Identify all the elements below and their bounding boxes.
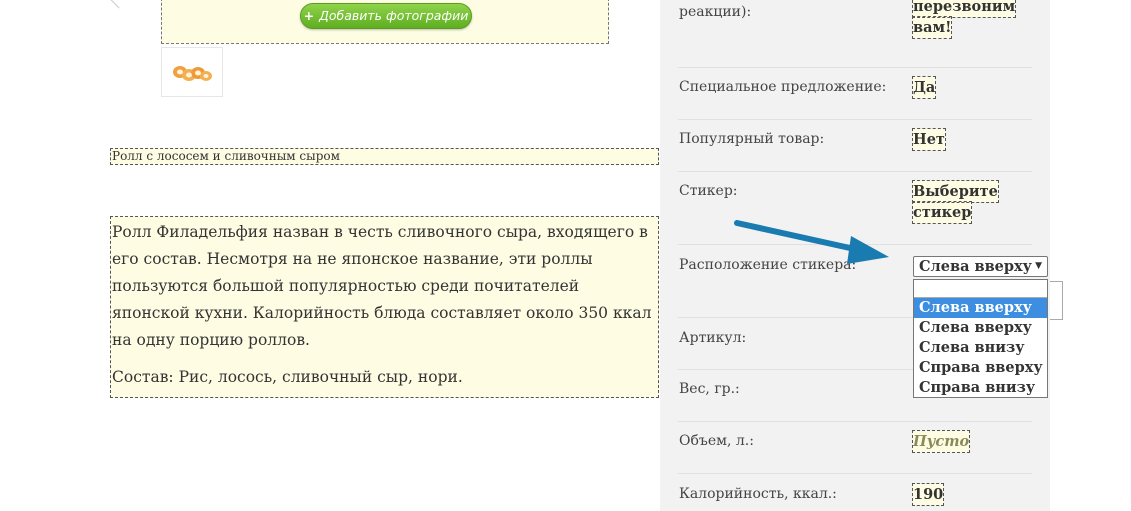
callback-value-line2[interactable]: вам!	[911, 16, 953, 39]
property-label: Калорийность, ккал.:	[679, 486, 837, 502]
property-row-volume: Объем, л.: Пусто	[678, 422, 1032, 474]
description-paragraph: Ролл Филадельфия назван в честь сливочно…	[112, 223, 652, 349]
dropdown-option[interactable]: Справа внизу	[914, 378, 1047, 398]
sticker-position-dropdown: Слева вверху Слева вверху Слева внизу Сп…	[913, 279, 1048, 398]
popular-value[interactable]: Нет	[912, 128, 946, 151]
product-description-field[interactable]: Ролл Филадельфия назван в честь сливочно…	[110, 216, 659, 398]
dropdown-option[interactable]: Слева вверху	[914, 318, 1047, 338]
special-offer-value[interactable]: Да	[911, 76, 937, 99]
prev-photo-arrow[interactable]	[110, 0, 128, 9]
property-label: Стикер:	[679, 183, 738, 199]
dropdown-option[interactable]: Слева внизу	[914, 338, 1047, 358]
plus-icon: +	[303, 8, 315, 23]
calories-value[interactable]: 190	[911, 483, 945, 506]
property-label: Объем, л.:	[679, 433, 754, 449]
property-label: Артикул:	[679, 330, 747, 346]
property-label: реакции):	[679, 4, 752, 20]
product-title-field[interactable]: Ролл с лососем и сливочным сыром	[110, 148, 659, 165]
sticker-value-line2[interactable]: стикер	[911, 201, 973, 224]
add-photos-button[interactable]: + Добавить фотографии	[300, 3, 472, 29]
property-row-calories: Калорийность, ккал.: 190	[678, 474, 1032, 511]
sushi-roll-image	[173, 66, 212, 81]
pointer-arrow-icon	[734, 220, 889, 264]
property-label: Специальное предложение:	[679, 79, 887, 95]
add-photos-label: Добавить фотографии	[319, 8, 469, 23]
sticker-position-selected: Слева вверху	[919, 258, 1032, 275]
property-label: Вес, гр.:	[679, 381, 740, 397]
chevron-down-icon: ▼	[1035, 261, 1042, 271]
article-input-edge[interactable]	[1050, 281, 1063, 320]
property-row-callback: реакции): перезвоним вам!	[678, 0, 1032, 68]
property-label: Популярный товар:	[679, 131, 825, 147]
dropdown-option[interactable]: Слева вверху	[914, 298, 1047, 318]
photo-upload-area: + Добавить фотографии	[161, 0, 609, 44]
photo-thumbnail[interactable]	[161, 47, 223, 97]
property-row-popular: Популярный товар: Нет	[678, 120, 1032, 172]
description-paragraph: Состав: Рис, лосось, сливочный сыр, нори…	[112, 368, 463, 386]
property-row-special-offer: Специальное предложение: Да	[678, 68, 1032, 120]
sticker-value-line1[interactable]: Выберите	[912, 180, 999, 203]
sticker-position-select[interactable]: Слева вверху ▼	[913, 256, 1048, 277]
dropdown-option[interactable]: Справа вверху	[914, 358, 1047, 378]
volume-value[interactable]: Пусто	[911, 430, 971, 453]
dropdown-search[interactable]	[914, 280, 1047, 298]
callback-value-line1[interactable]: перезвоним	[911, 0, 1017, 18]
